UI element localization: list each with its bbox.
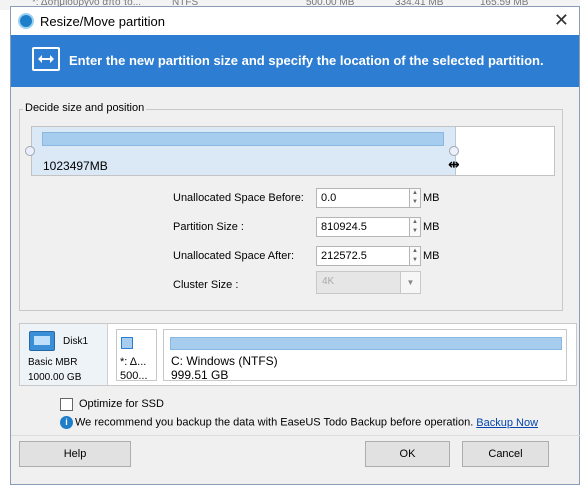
left-resize-handle[interactable] <box>25 146 35 156</box>
partition-size-spinner[interactable]: ▲ ▼ <box>410 217 421 237</box>
disk-type: Basic MBR <box>28 357 78 368</box>
cluster-size-value: 4K <box>322 276 335 287</box>
cancel-button[interactable]: Cancel <box>462 441 549 467</box>
disk-info: Disk1 Basic MBR 1000.00 GB <box>20 324 108 385</box>
backup-recommendation: i We recommend you backup the data with E… <box>60 416 538 429</box>
unallocated-before-spinner[interactable]: ▲ ▼ <box>410 188 421 208</box>
app-icon <box>18 13 34 29</box>
chevron-down-icon: ▼ <box>400 272 420 293</box>
footer-divider <box>11 435 580 436</box>
partition-layout-bar[interactable]: 1023497MB <box>31 126 555 176</box>
group-legend: Decide size and position <box>23 102 147 114</box>
resize-cursor-icon: ⇹ <box>448 156 460 172</box>
partition-label: C: Windows (NTFS) <box>171 354 278 368</box>
partition-block-small[interactable]: *: Δ... 500... <box>116 329 157 382</box>
disk-name: Disk1 <box>63 336 89 347</box>
backup-now-link[interactable]: Backup Now <box>476 417 538 429</box>
selected-partition-block[interactable]: 1023497MB <box>32 127 456 175</box>
size-position-group: Decide size and position 1023497MB ⇹ Una… <box>19 102 563 311</box>
help-button[interactable]: Help <box>19 441 131 467</box>
disk-capacity: 1000.00 GB <box>28 372 82 383</box>
unallocated-after-unit: MB <box>423 250 440 262</box>
unallocated-after-label: Unallocated Space After: <box>173 250 295 262</box>
close-icon[interactable]: ✕ <box>554 10 569 31</box>
resize-arrows-icon <box>32 47 60 71</box>
partition-size-unit: MB <box>423 221 440 233</box>
cluster-size-label: Cluster Size : <box>173 279 239 291</box>
info-icon: i <box>60 416 73 429</box>
partition-usage-bar <box>170 337 562 350</box>
partition-block-c[interactable]: C: Windows (NTFS) 999.51 GB <box>163 329 567 382</box>
dialog-title: Resize/Move partition <box>40 14 165 29</box>
banner-instructions: Enter the new partition size and specify… <box>69 53 544 68</box>
partition-label: *: Δ... <box>120 356 147 368</box>
partition-size-input[interactable] <box>316 217 410 237</box>
unallocated-after-spinner[interactable]: ▲ ▼ <box>410 246 421 266</box>
backup-info-text: We recommend you backup the data with Ea… <box>75 416 474 429</box>
cluster-size-select: 4K ▼ <box>316 271 421 294</box>
unallocated-after-input[interactable] <box>316 246 410 266</box>
ok-button[interactable]: OK <box>365 441 450 467</box>
unallocated-before-label: Unallocated Space Before: <box>173 192 304 204</box>
title-bar[interactable]: Resize/Move partition ✕ <box>11 7 579 35</box>
hard-disk-icon <box>29 331 55 351</box>
optimize-ssd-label[interactable]: Optimize for SSD <box>79 398 164 410</box>
header-banner: Enter the new partition size and specify… <box>11 35 579 87</box>
unallocated-before-input[interactable] <box>316 188 410 208</box>
resize-move-dialog: Resize/Move partition ✕ Enter the new pa… <box>10 6 580 485</box>
partition-size: 999.51 GB <box>171 368 229 382</box>
unallocated-before-unit: MB <box>423 192 440 204</box>
optimize-ssd-checkbox[interactable] <box>60 398 73 411</box>
partition-size: 500... <box>120 370 148 382</box>
partition-usage-bar <box>121 337 133 349</box>
right-resize-handle[interactable] <box>449 146 459 156</box>
partition-size-label: Partition Size : <box>173 221 244 233</box>
partition-size-display: 1023497MB <box>43 159 108 173</box>
used-space-fill <box>42 132 444 146</box>
disk-map-panel: Disk1 Basic MBR 1000.00 GB *: Δ... 500..… <box>19 323 577 386</box>
